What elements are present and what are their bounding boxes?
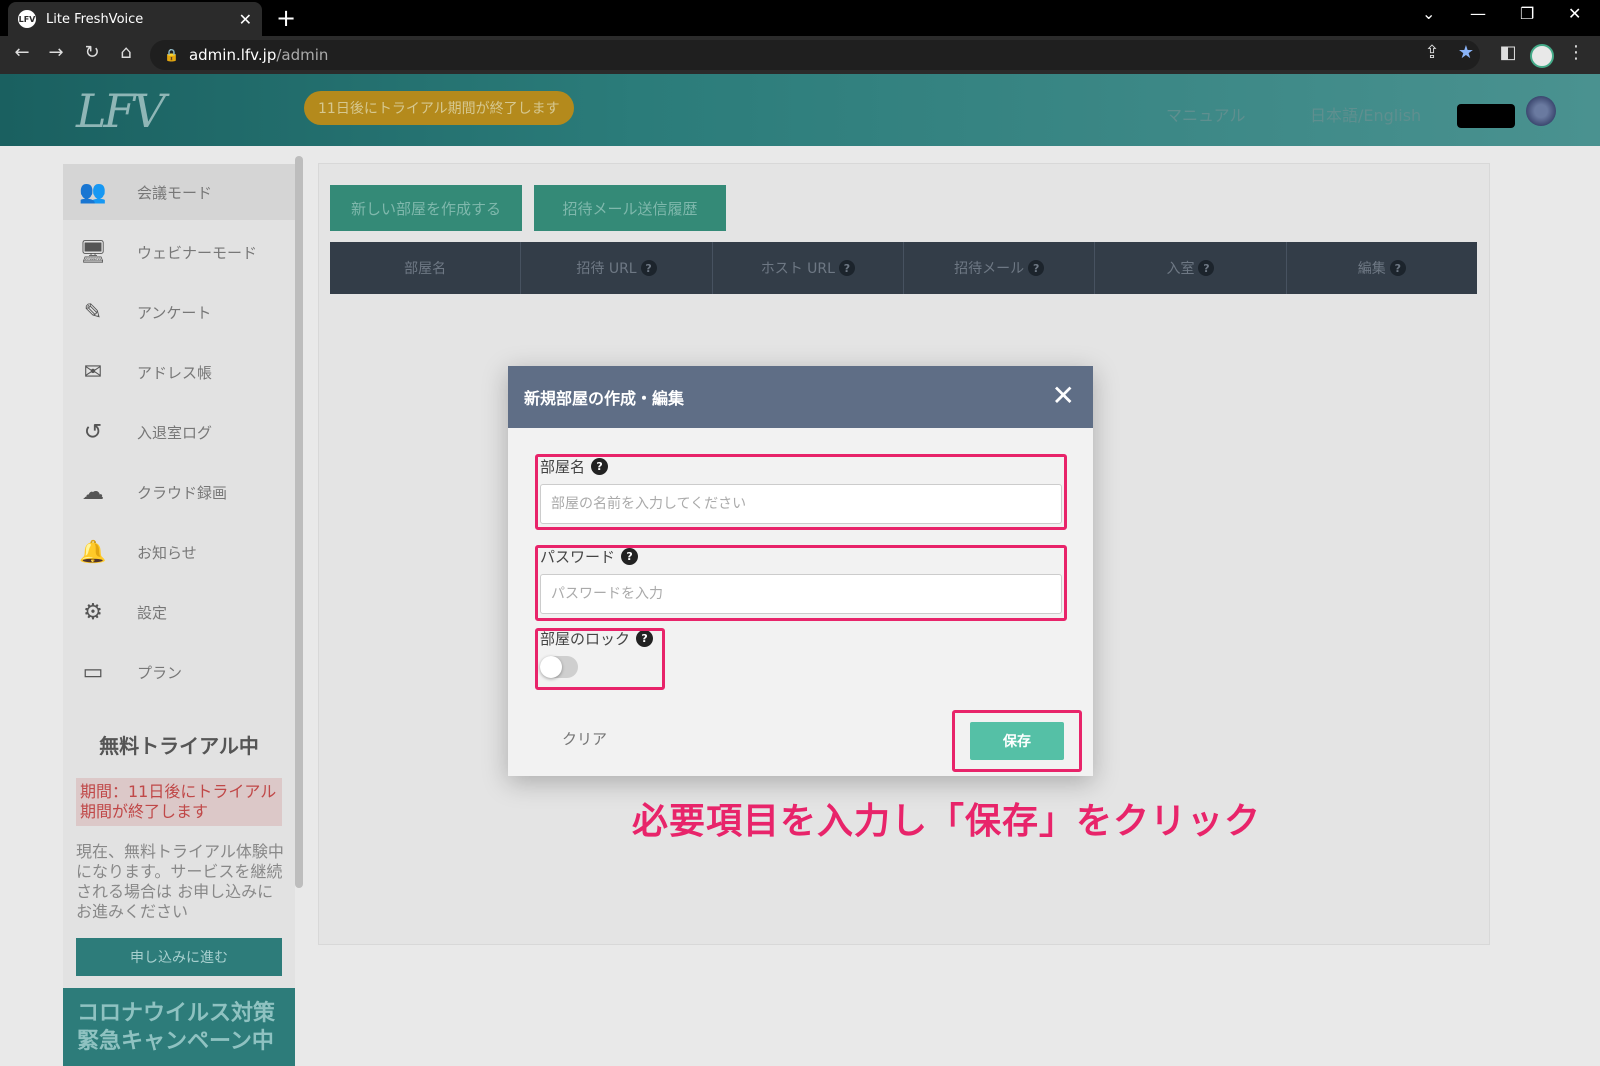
highlight-room-lock <box>535 628 665 690</box>
url-path: /admin <box>276 46 329 64</box>
close-icon[interactable]: ✕ <box>1052 378 1075 414</box>
lock-icon: 🔒 <box>164 48 179 62</box>
highlight-save <box>952 710 1082 772</box>
bell-icon: 🔔 <box>79 539 107 565</box>
bookmark-star-icon[interactable]: ★ <box>1454 42 1478 63</box>
gear-icon: ⚙ <box>83 599 103 625</box>
new-room-button[interactable]: 新しい部屋を作成する <box>330 185 522 231</box>
language-switch[interactable]: 日本語/English <box>1310 102 1421 126</box>
rooms-table-header: 部屋名 招待 URL? ホスト URL? 招待メール? 入室? 編集? <box>330 242 1477 294</box>
column-label: 招待メール <box>954 261 1025 277</box>
help-icon[interactable]: ? <box>1389 260 1406 276</box>
column-header-room-name: 部屋名 <box>330 242 522 294</box>
sidebar-item-label: アンケート <box>137 303 212 322</box>
instruction-annotation: 必要項目を入力し「保存」をクリック <box>632 801 1262 842</box>
column-header-enter: 入室? <box>1095 242 1287 294</box>
sidebar-item-label: アドレス帳 <box>137 363 213 382</box>
webinar-icon: 🖥 <box>79 239 107 265</box>
tab-title: Lite FreshVoice <box>46 11 144 27</box>
share-icon[interactable]: ⇪ <box>1420 42 1444 63</box>
mail-icon: ✉ <box>83 359 103 385</box>
sidebar-item-entry-log[interactable]: ↺ 入退室ログ <box>63 404 295 460</box>
sidebar-item-label: お知らせ <box>137 543 197 562</box>
column-label: ホスト URL <box>760 261 835 277</box>
reload-icon[interactable]: ↻ <box>80 42 104 63</box>
close-tab-icon[interactable]: ✕ <box>239 10 252 29</box>
help-icon[interactable]: ? <box>640 260 657 276</box>
user-name-box[interactable] <box>1457 104 1515 128</box>
sidebar-item-webinar[interactable]: 🖥 ウェビナーモード <box>63 224 295 280</box>
help-icon[interactable]: ? <box>1028 260 1045 276</box>
sidebar-item-label: 会議モード <box>137 183 213 202</box>
menu-kebab-icon[interactable]: ⋮ <box>1564 42 1588 63</box>
trial-description: 現在、無料トライアル体験中 になります。サービスを継続される場合は お申し込みに… <box>76 842 284 921</box>
url-host: admin.lfv.jp <box>188 46 277 64</box>
sidebar-item-plan[interactable]: ▭ プラン <box>63 644 295 700</box>
app-logo[interactable]: LFV <box>76 84 166 138</box>
browser-tab[interactable]: LFV Lite FreshVoice ✕ <box>8 2 262 36</box>
clear-button[interactable]: クリア <box>562 728 607 749</box>
campaign-line: コロナウイルス対策 <box>77 1001 276 1026</box>
column-header-invite-url: 招待 URL? <box>521 242 713 294</box>
column-label: 部屋名 <box>404 261 447 277</box>
trial-period: 期間：11日後にトライアル期間が終了します <box>76 778 282 826</box>
help-icon[interactable]: ? <box>838 260 855 276</box>
highlight-room-name <box>535 454 1067 530</box>
browser-tabbar: LFV Lite FreshVoice ✕ + ⌄ — ❐ ✕ <box>0 0 1600 36</box>
apply-button[interactable]: 申し込みに進む <box>76 938 282 976</box>
favicon-icon: LFV <box>18 10 36 28</box>
survey-icon: ✎ <box>83 299 103 325</box>
user-avatar[interactable] <box>1526 96 1556 126</box>
side-panel-icon[interactable]: ◧ <box>1496 42 1520 63</box>
sidebar-scrollbar[interactable] <box>295 156 303 888</box>
invite-history-button[interactable]: 招待メール送信履歴 <box>534 185 726 231</box>
forward-icon[interactable]: → <box>44 42 68 63</box>
profile-avatar[interactable] <box>1530 44 1554 68</box>
column-label: 招待 URL <box>576 261 637 277</box>
trial-banner: 11日後にトライアル期間が終了します <box>304 91 574 125</box>
app-header: LFV 11日後にトライアル期間が終了します マニュアル 日本語/English <box>0 74 1600 146</box>
sidebar-item-survey[interactable]: ✎ アンケート <box>63 284 295 340</box>
column-header-host-url: ホスト URL? <box>713 242 904 294</box>
cloud-icon: ☁ <box>82 479 104 505</box>
restore-icon[interactable]: ❐ <box>1520 4 1534 23</box>
card-icon: ▭ <box>82 659 104 685</box>
back-icon[interactable]: ← <box>10 42 34 63</box>
sidebar-item-notifications[interactable]: 🔔 お知らせ <box>63 524 295 580</box>
new-tab-icon[interactable]: + <box>276 4 296 32</box>
browser-toolbar: ← → ↻ ⌂ 🔒 admin.lfv.jp/admin ⇪ ★ ◧ ⋮ <box>0 36 1600 74</box>
window-close-icon[interactable]: ✕ <box>1568 4 1581 23</box>
help-icon[interactable]: ? <box>1198 260 1215 276</box>
sidebar-item-label: 設定 <box>137 603 168 622</box>
sidebar-item-label: ウェビナーモード <box>137 243 258 262</box>
home-icon[interactable]: ⌂ <box>114 42 138 63</box>
column-header-invite-mail: 招待メール? <box>904 242 1096 294</box>
manual-link[interactable]: マニュアル <box>1166 102 1246 126</box>
sidebar-item-label: プラン <box>137 663 183 682</box>
history-icon: ↺ <box>83 419 103 445</box>
sidebar-item-meeting[interactable]: 👥 会議モード <box>63 164 295 220</box>
highlight-password <box>535 545 1067 621</box>
sidebar-item-label: クラウド録画 <box>137 483 228 502</box>
column-label: 入室 <box>1166 261 1195 277</box>
sidebar-item-cloud-recording[interactable]: ☁ クラウド録画 <box>63 464 295 520</box>
modal-title: 新規部屋の作成・編集 <box>524 389 685 408</box>
minimize-icon[interactable]: — <box>1470 4 1486 23</box>
meeting-icon: 👥 <box>79 179 107 205</box>
sidebar-item-address-book[interactable]: ✉ アドレス帳 <box>63 344 295 400</box>
trial-title: 無料トライアル中 <box>99 734 259 758</box>
sidebar-item-label: 入退室ログ <box>137 423 213 442</box>
modal-header: 新規部屋の作成・編集 ✕ <box>508 366 1093 428</box>
column-label: 編集 <box>1357 261 1386 277</box>
column-header-edit: 編集? <box>1287 242 1477 294</box>
sidebar-item-settings[interactable]: ⚙ 設定 <box>63 584 295 640</box>
tab-search-icon[interactable]: ⌄ <box>1422 4 1435 23</box>
address-bar[interactable]: 🔒 admin.lfv.jp/admin <box>150 40 1480 70</box>
campaign-banner[interactable]: コロナウイルス対策 緊急キャンペーン中 <box>63 988 295 1066</box>
sidebar: 👥 会議モード 🖥 ウェビナーモード ✎ アンケート ✉ アドレス帳 ↺ 入退室… <box>63 164 295 1066</box>
campaign-line: 緊急キャンペーン中 <box>77 1029 274 1054</box>
